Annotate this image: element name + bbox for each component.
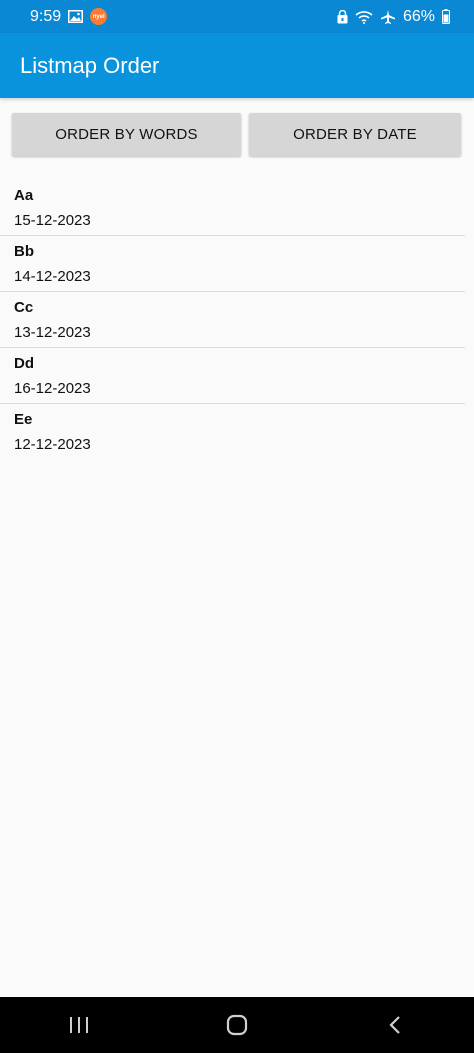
order-by-date-button[interactable]: ORDER BY DATE — [249, 113, 461, 156]
home-button[interactable] — [212, 1005, 262, 1045]
item-date: 16-12-2023 — [14, 380, 91, 397]
back-icon — [389, 1016, 400, 1034]
recents-icon — [70, 1017, 88, 1033]
battery-percent: 66% — [402, 7, 435, 25]
list-item[interactable]: Bb 14-12-2023 — [0, 236, 465, 292]
airplane-icon — [380, 9, 396, 25]
navigation-bar — [0, 997, 474, 1053]
app-notification-icon: nyel — [90, 8, 108, 25]
order-by-words-button[interactable]: ORDER BY WORDS — [12, 113, 241, 156]
item-title: Aa — [14, 187, 34, 204]
item-date: 12-12-2023 — [14, 436, 91, 453]
item-title: Bb — [14, 243, 34, 260]
status-time: 9:59 — [30, 7, 62, 25]
button-row: ORDER BY WORDS ORDER BY DATE — [0, 113, 474, 157]
list-item[interactable]: Aa 15-12-2023 — [0, 180, 465, 236]
status-bar: 9:59 nyel 66% — [0, 0, 474, 33]
item-date: 13-12-2023 — [14, 324, 91, 341]
status-bar-left: 9:59 nyel — [30, 7, 108, 26]
item-date: 14-12-2023 — [14, 268, 91, 285]
item-list: Aa 15-12-2023 Bb 14-12-2023 Cc 13-12-202… — [0, 180, 474, 460]
app-bar: Listmap Order — [0, 33, 474, 98]
list-item[interactable]: Cc 13-12-2023 — [0, 292, 465, 348]
recents-button[interactable] — [54, 1005, 104, 1045]
home-icon — [226, 1014, 248, 1036]
item-date: 15-12-2023 — [14, 212, 91, 229]
status-bar-right: 66% — [337, 8, 450, 26]
list-item[interactable]: Ee 12-12-2023 — [0, 404, 465, 460]
image-icon — [68, 10, 84, 23]
wifi-icon — [355, 10, 373, 24]
back-button[interactable] — [370, 1005, 420, 1045]
item-title: Dd — [14, 355, 34, 372]
item-title: Cc — [14, 299, 34, 316]
list-item[interactable]: Dd 16-12-2023 — [0, 348, 465, 404]
page-title: Listmap Order — [20, 52, 160, 78]
item-title: Ee — [14, 411, 33, 428]
battery-icon — [442, 9, 450, 24]
lock-icon — [337, 9, 348, 24]
